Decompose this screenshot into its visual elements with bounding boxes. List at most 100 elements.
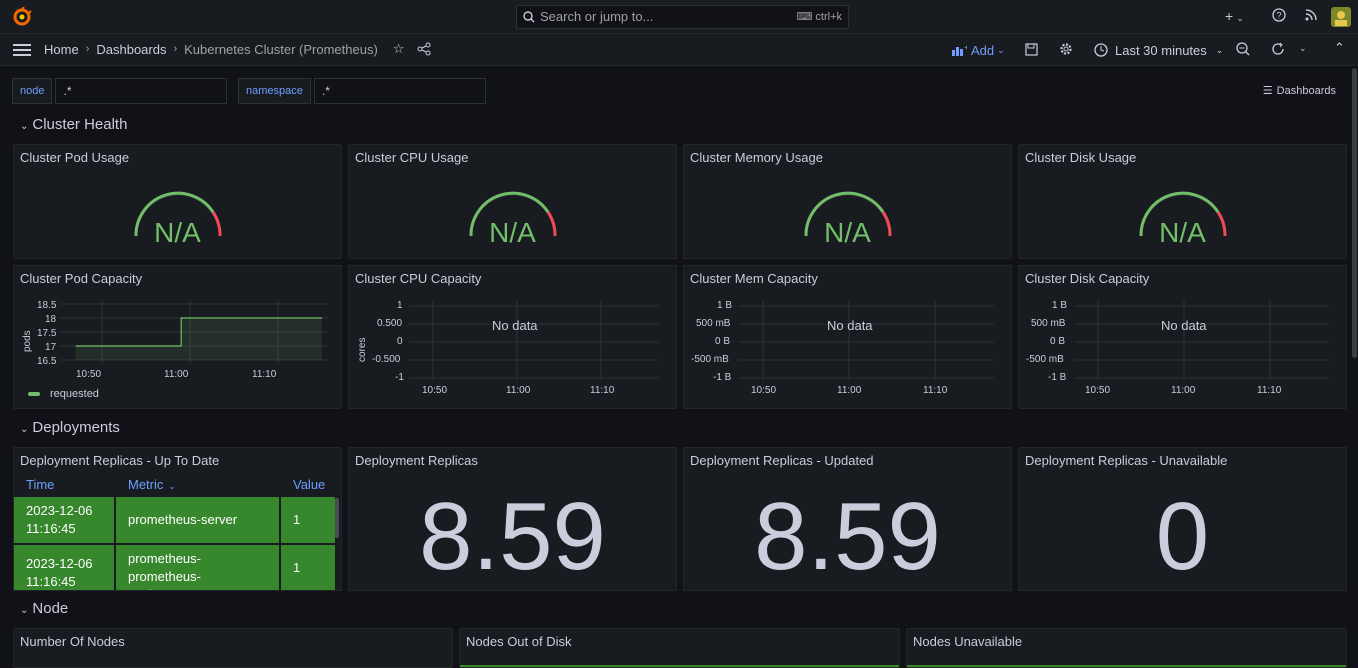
user-avatar[interactable] — [1331, 7, 1351, 27]
table-header: Time Metric ⌄ Value — [14, 475, 341, 497]
x-tick: 11:10 — [1257, 385, 1282, 396]
sort-chevron-icon: ⌄ — [168, 481, 176, 491]
panel-title: Cluster Pod Usage — [20, 150, 130, 165]
x-tick: 10:50 — [1085, 385, 1111, 396]
panel-title: Cluster Mem Capacity — [690, 271, 818, 286]
variable-namespace-input[interactable]: .* — [313, 78, 486, 104]
panel-cluster-pod-usage[interactable]: Cluster Pod Usage N/A — [13, 144, 342, 259]
row-title-cluster-health: Cluster Health — [32, 116, 128, 133]
stat-value: 8.59 — [419, 483, 606, 590]
panel-title: Nodes Out of Disk — [466, 634, 572, 649]
nav-bar: Home › Dashboards › Kubernetes Cluster (… — [0, 34, 1358, 66]
x-tick: 11:10 — [590, 385, 615, 396]
table-cell-time: 2023-12-06 11:16:45 — [14, 497, 114, 543]
legend-item[interactable]: requested — [28, 388, 99, 400]
panel-cluster-disk-usage[interactable]: Cluster Disk Usage N/A — [1018, 144, 1347, 259]
y-tick: -1 B — [713, 372, 732, 383]
refresh-icon[interactable] — [1271, 42, 1285, 56]
grid — [409, 300, 659, 380]
add-panel-icon: + — [952, 44, 967, 56]
y-tick: 500 mB — [696, 318, 731, 329]
search-placeholder: Search or jump to... — [540, 9, 654, 24]
time-range-label: Last 30 minutes — [1115, 42, 1207, 58]
panel-cluster-disk-capacity[interactable]: Cluster Disk Capacity 1 B 500 mB 0 B -50… — [1018, 265, 1347, 409]
search-icon — [523, 11, 535, 23]
dashboards-link-label: Dashboards — [1276, 85, 1336, 97]
panel-title: Cluster Disk Usage — [1025, 150, 1137, 165]
breadcrumb-current: Kubernetes Cluster (Prometheus) — [184, 41, 378, 57]
breadcrumb-home[interactable]: Home — [44, 42, 79, 57]
no-data-label: No data — [492, 318, 538, 333]
row-node[interactable]: ⌄ Node — [20, 600, 68, 617]
chevron-down-icon: ⌄ — [20, 605, 29, 616]
panel-deployment-replicas-unavailable[interactable]: Deployment Replicas - Unavailable 0 — [1018, 447, 1347, 591]
x-tick: 11:00 — [837, 385, 862, 396]
stat-value: 8.59 — [754, 483, 941, 590]
column-header-value[interactable]: Value — [293, 477, 325, 492]
star-icon[interactable]: ☆ — [393, 41, 405, 57]
panel-deployment-replicas-up-to-date[interactable]: Deployment Replicas - Up To Date Time Me… — [13, 447, 342, 591]
time-picker-button[interactable]: Last 30 minutes ⌄ — [1094, 40, 1223, 60]
variable-node-input[interactable]: .* — [55, 78, 228, 104]
settings-gear-icon[interactable] — [1059, 42, 1073, 56]
y-tick: -0.500 — [372, 354, 401, 365]
list-icon: ☰ — [1262, 85, 1273, 97]
legend-label: requested — [50, 388, 99, 400]
panel-cluster-mem-capacity[interactable]: Cluster Mem Capacity 1 B 500 mB 0 B -500… — [683, 265, 1012, 409]
table-cell-metric: prometheus-server — [116, 497, 279, 543]
panel-deployment-replicas-updated[interactable]: Deployment Replicas - Updated 8.59 — [683, 447, 1012, 591]
panel-title: Deployment Replicas - Up To Date — [20, 453, 220, 468]
panel-cluster-cpu-capacity[interactable]: Cluster CPU Capacity cores 1 0.500 0 -0.… — [348, 265, 677, 409]
refresh-interval-chevron-icon[interactable]: ⌄ — [1299, 43, 1307, 54]
chevron-down-icon: ⌄ — [20, 424, 29, 435]
variable-namespace: namespace .* — [238, 78, 486, 104]
menu-icon[interactable] — [13, 43, 31, 57]
column-header-time[interactable]: Time — [26, 477, 54, 492]
y-tick: 18 — [45, 314, 57, 325]
page-scrollbar[interactable] — [1352, 68, 1357, 358]
column-header-metric[interactable]: Metric ⌄ — [128, 477, 176, 492]
breadcrumb-dashboards[interactable]: Dashboards — [96, 42, 166, 57]
panel-title: Cluster CPU Capacity — [355, 271, 482, 286]
zoom-out-icon[interactable] — [1236, 42, 1250, 56]
search-input[interactable]: Search or jump to... ⌨ ctrl+k — [516, 5, 849, 29]
panel-nodes-unavailable[interactable]: Nodes Unavailable — [906, 628, 1347, 668]
table-scrollbar[interactable] — [335, 498, 339, 538]
y-axis-label: cores — [357, 337, 368, 362]
grafana-logo-icon[interactable] — [12, 7, 32, 27]
help-icon[interactable]: ? — [1272, 8, 1286, 26]
news-rss-icon[interactable] — [1304, 8, 1318, 26]
panel-cluster-memory-usage[interactable]: Cluster Memory Usage N/A — [683, 144, 1012, 259]
search-shortcut: ⌨ ctrl+k — [796, 11, 842, 23]
new-plus-icon[interactable]: + ⌄ — [1225, 8, 1244, 26]
panel-number-of-nodes[interactable]: Number Of Nodes — [13, 628, 453, 668]
y-tick: 1 — [397, 300, 403, 311]
save-icon[interactable] — [1025, 43, 1038, 56]
y-tick: 18.5 — [37, 300, 57, 311]
panel-cluster-cpu-usage[interactable]: Cluster CPU Usage N/A — [348, 144, 677, 259]
panel-title: Cluster Memory Usage — [690, 150, 823, 165]
add-button[interactable]: + Add ⌄ — [951, 40, 1005, 60]
svg-text:?: ? — [1276, 11, 1281, 21]
row-deployments[interactable]: ⌄ Deployments — [20, 419, 120, 436]
add-label: Add — [971, 42, 995, 58]
y-axis-label: pods — [22, 330, 33, 352]
x-tick: 10:50 — [76, 369, 102, 380]
plus-label: + — [1225, 8, 1234, 24]
y-tick: 1 B — [1052, 300, 1068, 311]
share-icon[interactable] — [417, 42, 431, 56]
panel-deployment-replicas[interactable]: Deployment Replicas 8.59 — [348, 447, 677, 591]
y-tick: -1 — [395, 372, 404, 383]
panel-nodes-out-of-disk[interactable]: Nodes Out of Disk — [459, 628, 900, 668]
chevron-right-icon: › — [173, 43, 178, 55]
gauge-value: N/A — [489, 217, 536, 248]
row-cluster-health[interactable]: ⌄ Cluster Health — [20, 116, 127, 133]
grid — [739, 300, 994, 380]
dashboards-link[interactable]: ☰ Dashboards — [1263, 84, 1336, 97]
x-tick: 11:00 — [506, 385, 531, 396]
panel-title: Nodes Unavailable — [913, 634, 1023, 649]
collapse-chevron-up-icon[interactable]: ⌃ — [1334, 40, 1345, 56]
y-tick: -1 B — [1048, 372, 1067, 383]
top-bar: Search or jump to... ⌨ ctrl+k + ⌄ ? — [0, 0, 1358, 34]
panel-cluster-pod-capacity[interactable]: Cluster Pod Capacity pods 18.5 18 17.5 1… — [13, 265, 342, 409]
